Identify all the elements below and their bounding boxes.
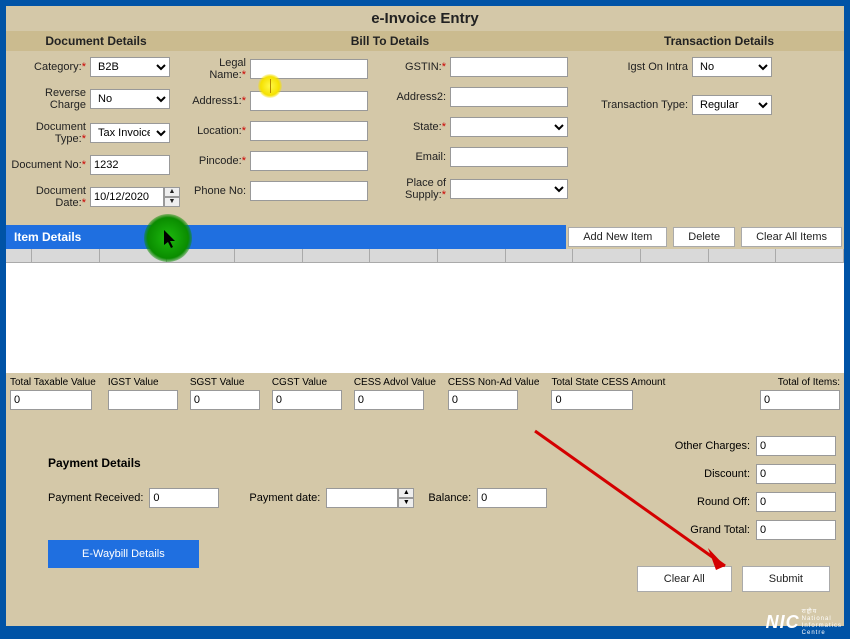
email-input[interactable] (450, 147, 568, 167)
reverse-label: Reverse Charge (10, 87, 90, 111)
paydate-label: Payment date: (249, 492, 320, 504)
ttv-input[interactable] (10, 390, 92, 410)
date-spinner[interactable]: ▲▼ (164, 187, 180, 207)
items-label: Total of Items: (760, 377, 840, 388)
legal-label: Legal Name: (190, 57, 250, 81)
round-label: Round Off: (666, 496, 756, 508)
category-select[interactable]: B2B (90, 57, 170, 77)
grid-body[interactable] (6, 263, 844, 373)
submit-button[interactable]: Submit (742, 566, 830, 592)
lower-panel: Payment Details Payment Received: Paymen… (6, 414, 844, 576)
cessadv-input[interactable] (354, 390, 424, 410)
gstin-input[interactable] (450, 57, 568, 77)
category-label: Category: (10, 61, 90, 73)
ttv-label: Total Taxable Value (10, 377, 96, 388)
item-details-label: Item Details (14, 230, 81, 244)
transaction-details: Igst On Intra No Transaction Type: Regul… (594, 51, 844, 225)
billto-details: Legal Name: Address1: Location: Pincode:… (186, 51, 594, 225)
addr2-input[interactable] (450, 87, 568, 107)
add-item-button[interactable]: Add New Item (568, 227, 667, 247)
cgst-input[interactable] (272, 390, 342, 410)
charges-panel: Other Charges: Discount: Round Off: Gran… (636, 420, 836, 568)
legal-input[interactable] (250, 59, 368, 79)
pos-label: Place of Supply: (390, 177, 450, 201)
phone-input[interactable] (250, 181, 368, 201)
item-details-bar: Item Details Add New Item Delete Clear A… (6, 225, 844, 249)
doctype-select[interactable]: Tax Invoice (90, 123, 170, 143)
other-label: Other Charges: (666, 440, 756, 452)
delete-item-button[interactable]: Delete (673, 227, 735, 247)
trans-header: Transaction Details (594, 31, 844, 51)
docdate-label: Document Date: (10, 185, 90, 209)
balance-input[interactable] (477, 488, 547, 508)
state-select[interactable] (450, 117, 568, 137)
page-title: e-Invoice Entry (6, 6, 844, 31)
payrecv-input[interactable] (149, 488, 219, 508)
state-label: State: (390, 121, 450, 133)
grid-header (6, 249, 844, 263)
other-input[interactable] (756, 436, 836, 456)
cessna-label: CESS Non-Ad Value (448, 377, 540, 388)
discount-input[interactable] (756, 464, 836, 484)
cgst-label: CGST Value (272, 377, 342, 388)
paydate-input[interactable] (326, 488, 398, 508)
balance-label: Balance: (428, 492, 471, 504)
payment-panel: Payment Details Payment Received: Paymen… (14, 420, 636, 568)
docno-label: Document No: (10, 159, 90, 171)
reverse-select[interactable]: No (90, 89, 170, 109)
footer-buttons: Clear All Submit (637, 566, 830, 592)
statecess-label: Total State CESS Amount (551, 377, 665, 388)
igstintra-select[interactable]: No (692, 57, 772, 77)
form-body: Category: B2B Reverse Charge No Document… (6, 51, 844, 225)
cessna-input[interactable] (448, 390, 518, 410)
payrecv-label: Payment Received: (48, 492, 143, 504)
addr1-input[interactable] (250, 91, 368, 111)
igst-label: IGST Value (108, 377, 178, 388)
section-headers: Document Details Bill To Details Transac… (6, 31, 844, 51)
docdate-input[interactable] (90, 187, 164, 207)
clear-items-button[interactable]: Clear All Items (741, 227, 842, 247)
payment-header: Payment Details (48, 456, 636, 470)
paydate-spinner[interactable]: ▲▼ (398, 488, 414, 508)
pincode-input[interactable] (250, 151, 368, 171)
igstintra-label: Igst On Intra (598, 61, 692, 73)
location-label: Location: (190, 125, 250, 137)
app-window: e-Invoice Entry Document Details Bill To… (6, 6, 844, 626)
ttype-select[interactable]: Regular (692, 95, 772, 115)
addr2-label: Address2: (390, 91, 450, 103)
round-input[interactable] (756, 492, 836, 512)
gstin-label: GSTIN: (390, 61, 450, 73)
docno-input[interactable] (90, 155, 170, 175)
doc-header: Document Details (6, 31, 186, 51)
document-details: Category: B2B Reverse Charge No Document… (6, 51, 186, 225)
sgst-input[interactable] (190, 390, 260, 410)
igst-input[interactable] (108, 390, 178, 410)
pos-select[interactable] (450, 179, 568, 199)
grand-label: Grand Total: (666, 524, 756, 536)
phone-label: Phone No: (190, 185, 250, 197)
sgst-label: SGST Value (190, 377, 260, 388)
discount-label: Discount: (666, 468, 756, 480)
grand-input[interactable] (756, 520, 836, 540)
statecess-input[interactable] (551, 390, 633, 410)
totals-row: Total Taxable Value IGST Value SGST Valu… (6, 373, 844, 414)
items-input[interactable] (760, 390, 840, 410)
doctype-label: Document Type: (10, 121, 90, 145)
clear-all-button[interactable]: Clear All (637, 566, 732, 592)
cessadv-label: CESS Advol Value (354, 377, 436, 388)
pincode-label: Pincode: (190, 155, 250, 167)
location-input[interactable] (250, 121, 368, 141)
ewaybill-button[interactable]: E-Waybill Details (48, 540, 199, 568)
addr1-label: Address1: (190, 95, 250, 107)
ttype-label: Transaction Type: (598, 99, 692, 111)
email-label: Email: (390, 151, 450, 163)
bill-header: Bill To Details (186, 31, 594, 51)
